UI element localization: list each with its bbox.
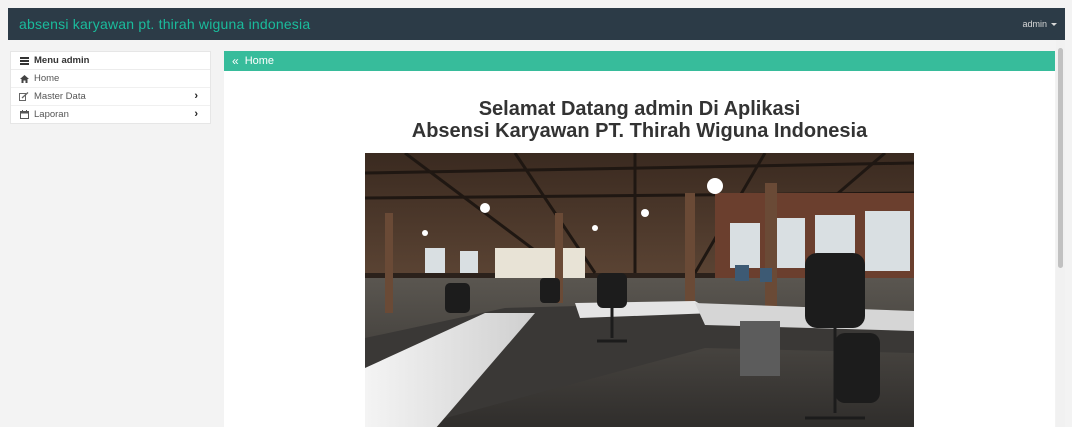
calendar-icon [19, 110, 29, 119]
sidebar-item-label: Laporan [34, 109, 69, 120]
office-photo-illustration [365, 153, 914, 427]
sidebar: Menu admin Home Master Data › Laporan › [10, 51, 211, 124]
chevron-right-icon: › [194, 90, 198, 102]
sidebar-item-master-data[interactable]: Master Data › [11, 88, 210, 106]
scrollbar-thumb[interactable] [1058, 48, 1063, 268]
double-chevron-left-icon: « [232, 54, 239, 68]
welcome-heading: Selamat Datang admin Di Aplikasi Absensi… [224, 98, 1055, 142]
main-content: « Home Selamat Datang admin Di Aplikasi … [224, 51, 1055, 427]
office-photo [365, 153, 914, 427]
sidebar-header: Menu admin [11, 52, 210, 70]
caret-down-icon [1051, 23, 1057, 27]
sidebar-title: Menu admin [34, 55, 90, 66]
welcome-line-2: Absensi Karyawan PT. Thirah Wiguna Indon… [411, 120, 868, 142]
sidebar-item-laporan[interactable]: Laporan › [11, 106, 210, 123]
chevron-right-icon: › [194, 108, 198, 120]
home-icon [19, 74, 29, 83]
user-dropdown[interactable]: admin [1022, 19, 1057, 29]
user-name: admin [1022, 19, 1047, 29]
top-navbar: absensi karyawan pt. thirah wiguna indon… [8, 8, 1065, 40]
breadcrumb-home-link[interactable]: Home [245, 55, 274, 67]
menu-icon [19, 56, 29, 65]
sidebar-item-label: Home [34, 73, 60, 84]
page-scrollbar[interactable] [1056, 40, 1065, 427]
sidebar-item-home[interactable]: Home [11, 70, 210, 88]
brand-link[interactable]: absensi karyawan pt. thirah wiguna indon… [19, 16, 310, 32]
sidebar-item-label: Master Data [34, 91, 86, 102]
edit-icon [19, 92, 29, 101]
breadcrumb: « Home [224, 51, 1055, 71]
welcome-line-1: Selamat Datang admin Di Aplikasi [478, 98, 801, 120]
app-window: absensi karyawan pt. thirah wiguna indon… [8, 8, 1065, 427]
